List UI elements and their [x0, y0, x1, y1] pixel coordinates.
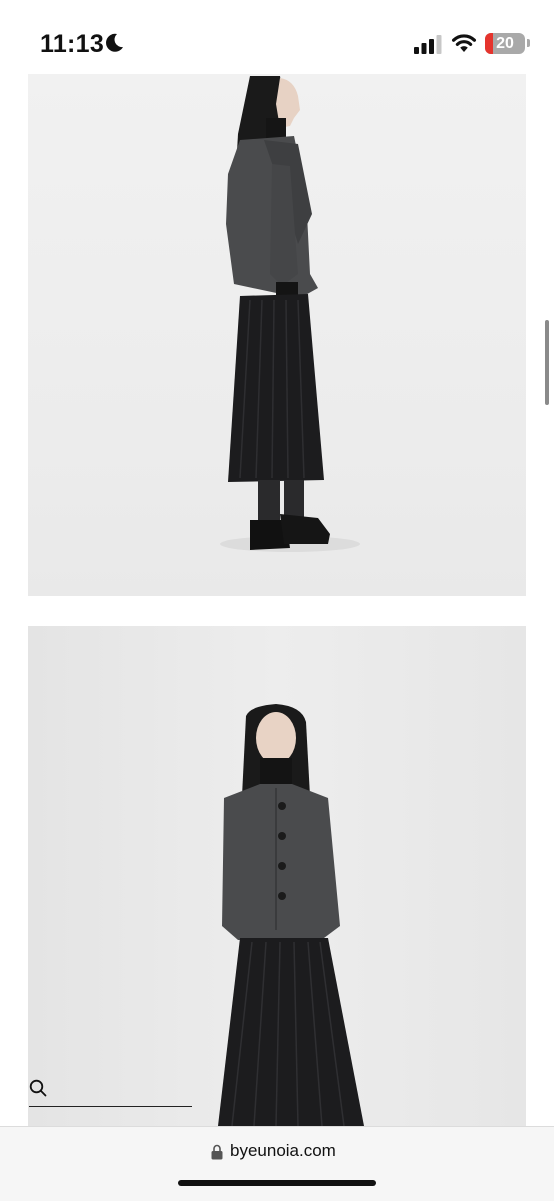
- url-text[interactable]: byeunoia.com: [230, 1141, 336, 1161]
- search-input-underline[interactable]: [29, 1106, 192, 1107]
- status-bar: 11:13 20: [0, 0, 554, 74]
- battery-level: 20: [496, 35, 514, 52]
- wifi-icon: [452, 34, 476, 52]
- battery-tip: [527, 39, 530, 47]
- lock-icon: [211, 1144, 223, 1160]
- product-photo-front-view[interactable]: [28, 626, 526, 1126]
- moon-icon: [106, 33, 123, 52]
- home-indicator[interactable]: [178, 1180, 376, 1186]
- browser-address-bar[interactable]: [0, 1126, 554, 1201]
- product-photo-side-view[interactable]: [28, 74, 526, 596]
- battery-indicator: 20: [485, 33, 525, 54]
- search-icon[interactable]: [29, 1079, 47, 1097]
- model-front-illustration: [218, 704, 364, 1126]
- model-side-illustration: [220, 76, 360, 552]
- cellular-signal-icon: [414, 35, 442, 54]
- scroll-indicator[interactable]: [545, 320, 549, 405]
- status-time: 11:13: [40, 30, 105, 58]
